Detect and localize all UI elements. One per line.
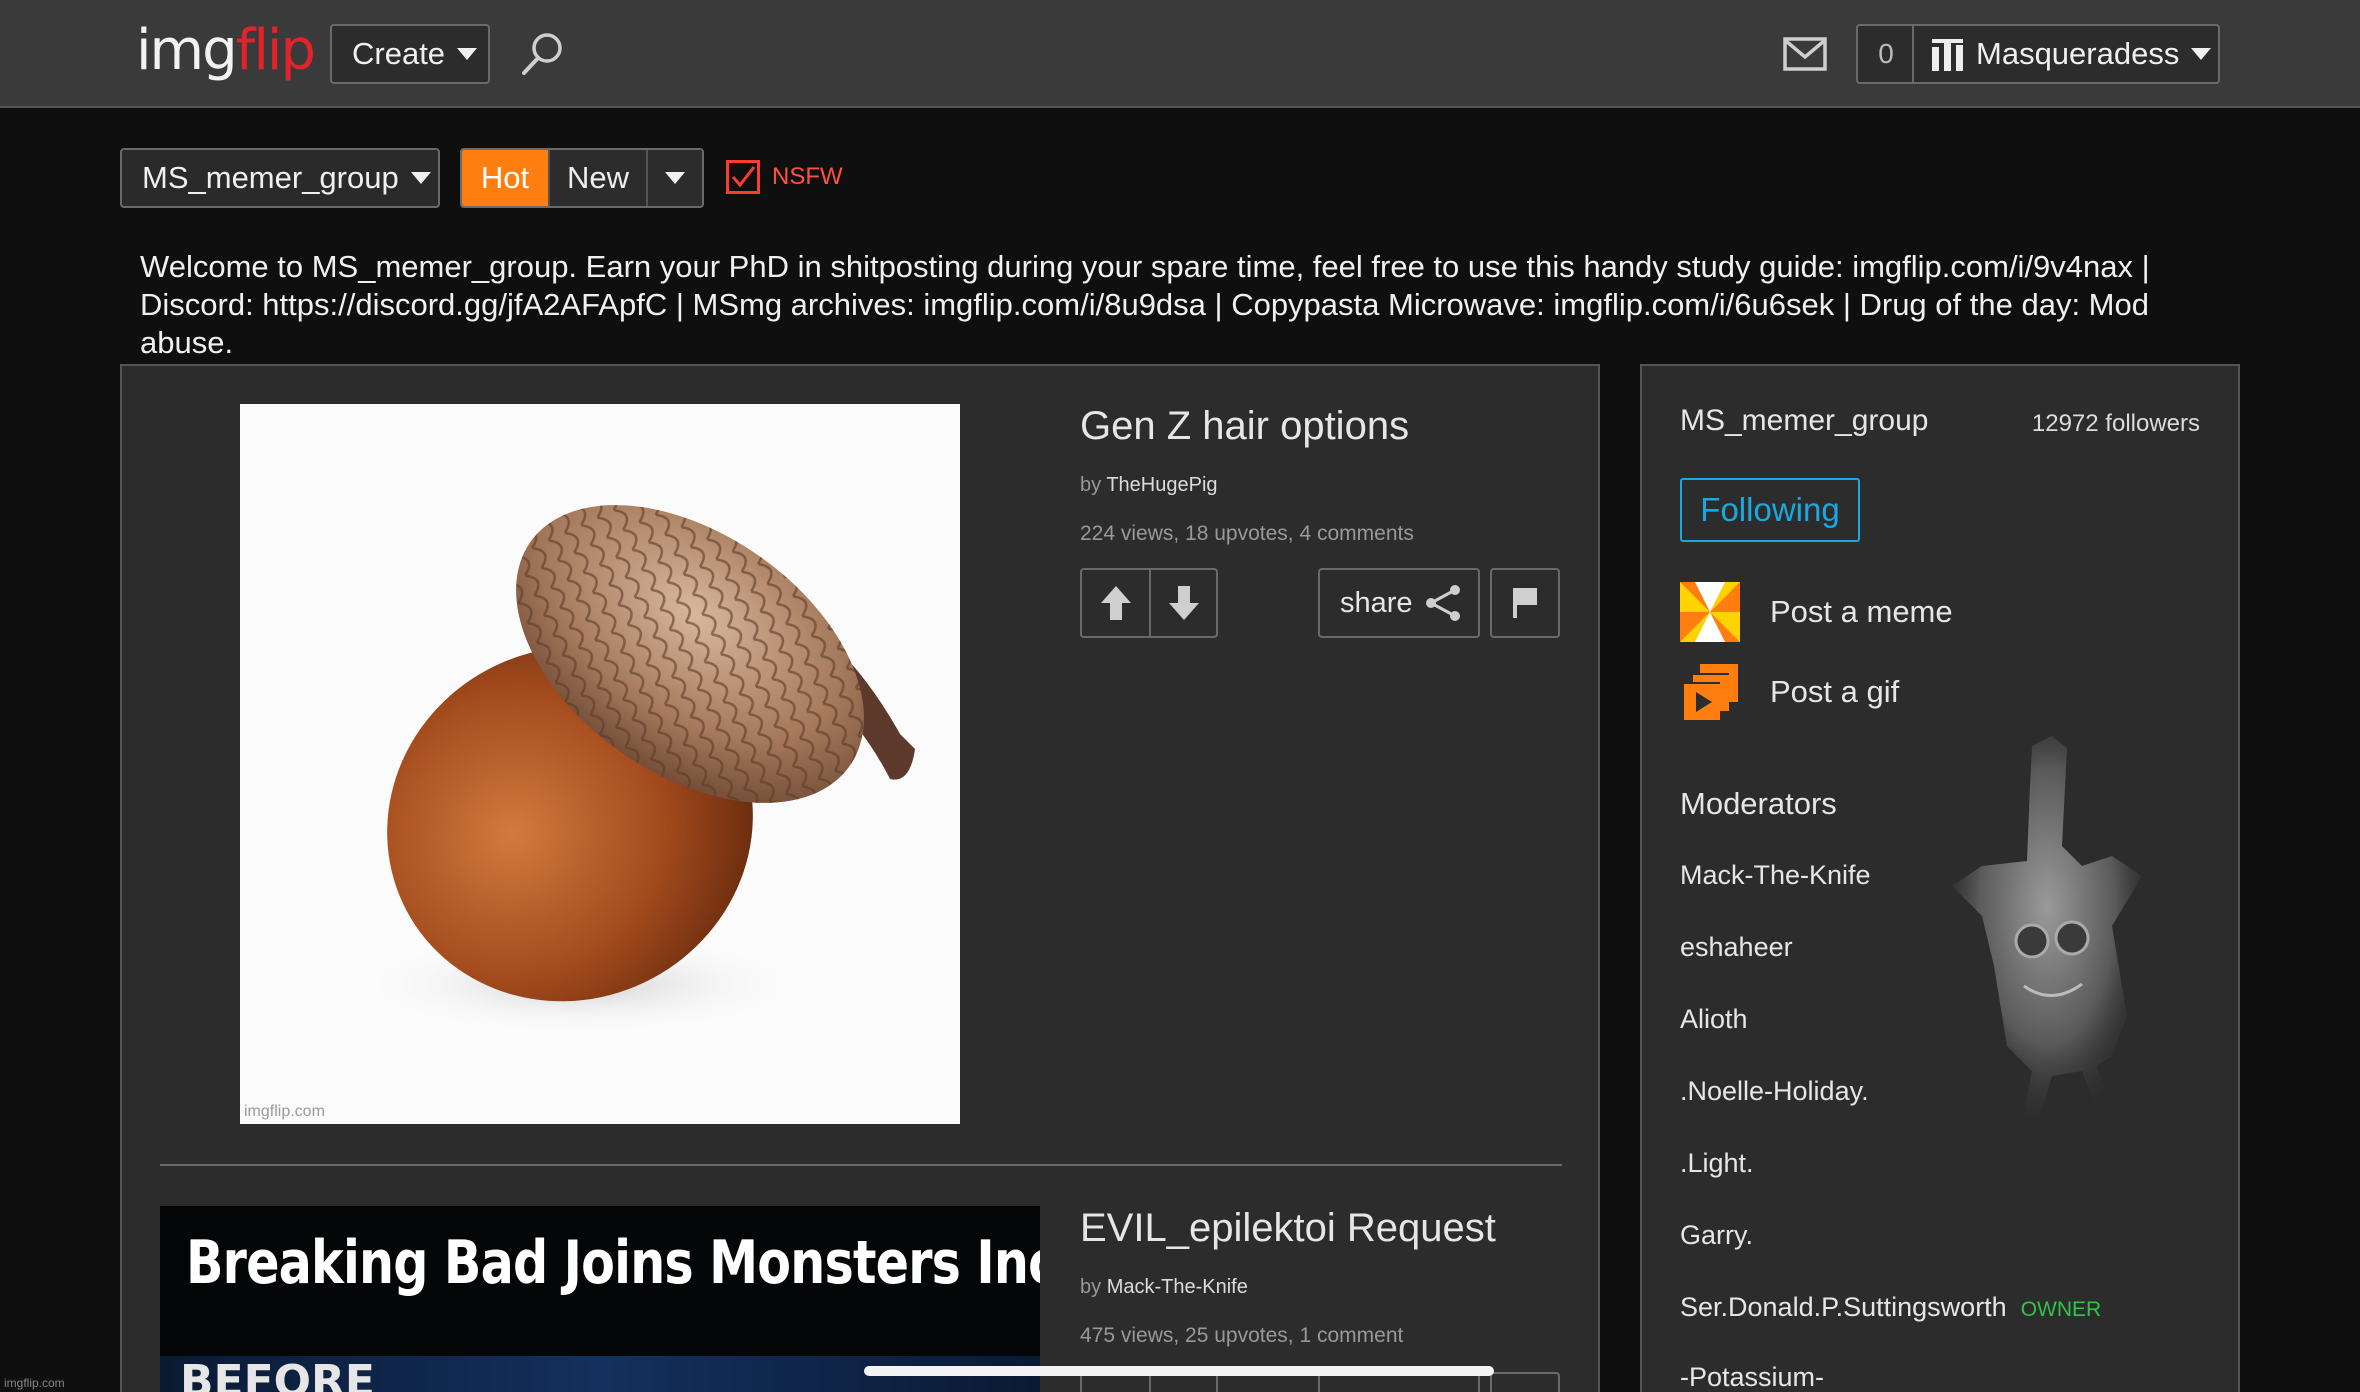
sort-toggle: Hot New bbox=[460, 148, 704, 208]
flag-button[interactable] bbox=[1490, 1372, 1560, 1392]
chevron-down-icon bbox=[665, 172, 685, 184]
create-label: Create bbox=[352, 36, 446, 71]
post-stats: 224 views, 18 upvotes, 4 comments bbox=[1080, 522, 1414, 545]
nsfw-toggle[interactable]: NSFW bbox=[726, 160, 843, 194]
post-author-line: by TheHugePig bbox=[1080, 474, 1218, 496]
downvote-button[interactable] bbox=[1149, 1374, 1216, 1392]
user-menu-button[interactable]: Masqueradess bbox=[1912, 24, 2220, 84]
moderator-link[interactable]: -Potassium- bbox=[1680, 1362, 1824, 1392]
sort-new-button[interactable]: New bbox=[548, 150, 646, 206]
mail-icon[interactable] bbox=[1782, 34, 1828, 74]
corner-watermark: imgflip.com bbox=[4, 1376, 65, 1390]
create-menu-button[interactable]: Create bbox=[330, 24, 490, 84]
post-meme-label: Post a meme bbox=[1770, 594, 1953, 629]
post-gif-label: Post a gif bbox=[1770, 674, 1900, 709]
image-subcaption: BEFORE bbox=[180, 1356, 375, 1392]
image-caption: Breaking Bad Joins Monsters Inc bbox=[186, 1228, 1040, 1298]
imgflip-logo[interactable]: imgflip bbox=[136, 16, 316, 86]
search-icon[interactable] bbox=[518, 30, 566, 78]
post-gif-icon bbox=[1682, 664, 1738, 720]
scroll-indicator[interactable] bbox=[864, 1366, 1494, 1376]
moderator-link[interactable]: Alioth bbox=[1680, 1004, 1748, 1035]
post-gif-link[interactable]: Post a gif bbox=[1680, 662, 1899, 722]
sort-more-button[interactable] bbox=[646, 150, 702, 206]
post-title[interactable]: Gen Z hair options bbox=[1080, 404, 1409, 449]
stream-sidebar: MS_memer_group 12972 followers Following… bbox=[1640, 364, 2240, 1392]
downvote-button[interactable] bbox=[1149, 570, 1216, 636]
meme-feed: imgflip.com Gen Z hair options by TheHug… bbox=[120, 364, 1600, 1392]
post-title[interactable]: EVIL_epilektoi Request bbox=[1080, 1206, 1496, 1251]
nsfw-label: NSFW bbox=[772, 163, 843, 190]
sidebar-decoration-image bbox=[1952, 736, 2142, 1116]
moderator-link[interactable]: Mack-The-Knife bbox=[1680, 860, 1871, 891]
moderator-link[interactable]: Ser.Donald.P.Suttingsworth bbox=[1680, 1292, 2007, 1322]
nsfw-checkbox[interactable] bbox=[726, 160, 760, 194]
post-divider bbox=[160, 1164, 1562, 1166]
following-button[interactable]: Following bbox=[1680, 478, 1860, 542]
post-image-breaking-bad[interactable]: Breaking Bad Joins Monsters Inc BEFORE bbox=[160, 1206, 1040, 1392]
post-meme-link[interactable]: Post a meme bbox=[1680, 582, 1953, 642]
moderator-link[interactable]: .Light. bbox=[1680, 1148, 1754, 1179]
chevron-down-icon bbox=[2191, 48, 2212, 60]
share-label: share bbox=[1340, 586, 1413, 619]
upvote-button[interactable] bbox=[1082, 570, 1149, 636]
share-button[interactable]: share bbox=[1318, 568, 1480, 638]
flag-icon bbox=[1513, 588, 1537, 618]
moderator-link[interactable]: .Noelle-Holiday. bbox=[1680, 1076, 1869, 1107]
flag-button[interactable] bbox=[1490, 568, 1560, 638]
moderators-heading: Moderators bbox=[1680, 786, 1837, 821]
post-author-link[interactable]: TheHugePig bbox=[1106, 474, 1217, 496]
username: Masqueradess bbox=[1976, 36, 2180, 71]
sort-hot-button[interactable]: Hot bbox=[462, 150, 548, 206]
moderator-link[interactable]: Garry. bbox=[1680, 1220, 1753, 1251]
post-stats: 475 views, 25 upvotes, 1 comment bbox=[1080, 1324, 1404, 1347]
moderator-link[interactable]: eshaheer bbox=[1680, 932, 1793, 963]
share-icon bbox=[1425, 585, 1460, 621]
post-author-line: by Mack-The-Knife bbox=[1080, 1276, 1248, 1298]
owner-badge: OWNER bbox=[2020, 1298, 2102, 1321]
followers-count: 12972 followers bbox=[2031, 410, 2200, 437]
image-watermark: imgflip.com bbox=[244, 1103, 325, 1120]
arrow-up-icon bbox=[1100, 586, 1131, 620]
post-image-acorn[interactable]: imgflip.com bbox=[240, 404, 960, 1124]
moderator-row-owner: Ser.Donald.P.Suttingsworth OWNER bbox=[1680, 1292, 2101, 1323]
logo-text-img: img bbox=[136, 18, 238, 83]
upvote-button[interactable] bbox=[1082, 1374, 1149, 1392]
vote-buttons bbox=[1080, 568, 1218, 638]
chevron-down-icon bbox=[410, 172, 431, 184]
checkmark-icon bbox=[731, 166, 756, 188]
logo-text-flip: flip bbox=[235, 18, 316, 83]
user-avatar-icon bbox=[1932, 39, 1963, 71]
stream-select[interactable]: MS_memer_group bbox=[120, 148, 440, 208]
top-navbar: imgflip Create 0 Masqueradess bbox=[0, 0, 2360, 108]
arrow-down-icon bbox=[1168, 586, 1199, 620]
sidebar-group-name: MS_memer_group bbox=[1680, 404, 1929, 437]
chevron-down-icon bbox=[457, 48, 478, 60]
notification-count[interactable]: 0 bbox=[1856, 24, 1914, 84]
stream-select-label: MS_memer_group bbox=[142, 160, 399, 195]
stream-description: Welcome to MS_memer_group. Earn your PhD… bbox=[140, 249, 2150, 360]
post-meme-icon bbox=[1680, 582, 1740, 642]
post-author-link[interactable]: Mack-The-Knife bbox=[1107, 1276, 1248, 1298]
